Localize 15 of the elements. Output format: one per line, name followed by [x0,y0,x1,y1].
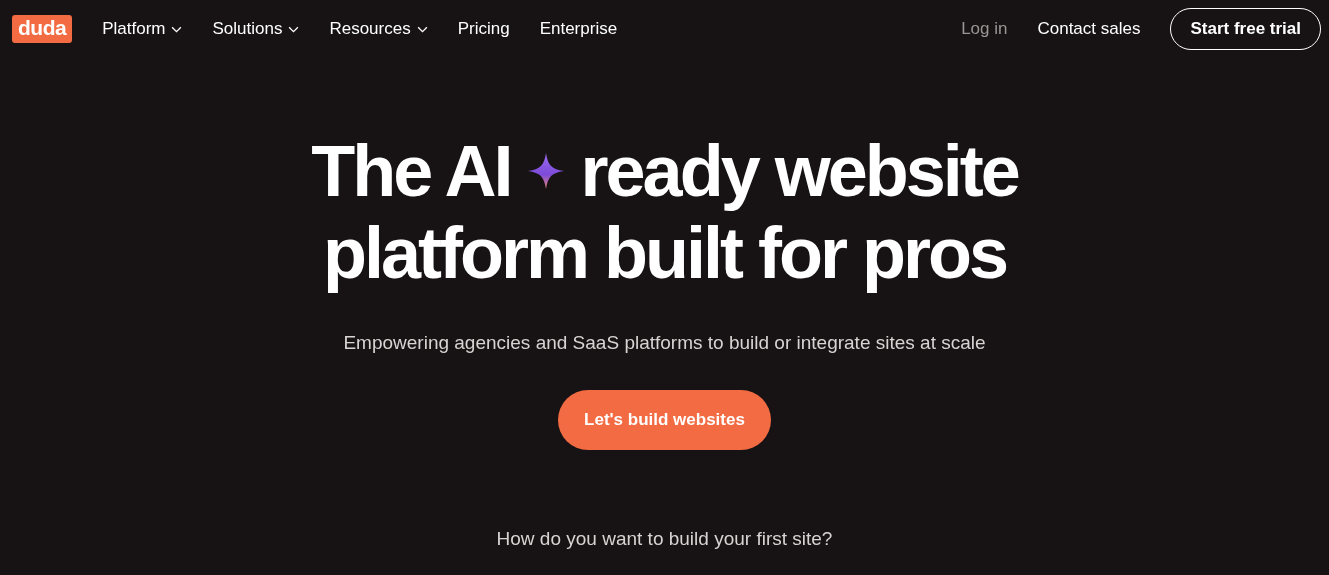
headline: ready website [580,130,1018,212]
nav-link[interactable]: Solutions [212,19,300,39]
nav-link[interactable]: Platform [102,19,183,39]
login-link[interactable]: Log in [961,19,1008,39]
question-text: How do you want to build your first site? [496,528,833,550]
nav-link[interactable]: Enterprise [539,19,618,39]
headline: platform built for pros [323,212,1006,294]
chevron-down-icon [416,25,428,33]
headline: The AI [311,130,511,212]
chevron-down-icon [288,25,300,33]
chevron-down-icon [171,25,183,33]
contact-sales-link[interactable]: Contact sales [1037,19,1141,39]
subtitle: Empowering agencies and SaaS platforms to build or integrate sites at scale [343,332,986,354]
nav-link[interactable]: Pricing [457,19,510,39]
nav-link[interactable]: Resources [329,19,428,39]
